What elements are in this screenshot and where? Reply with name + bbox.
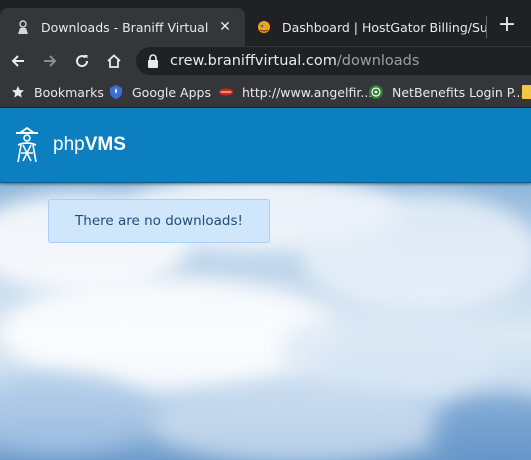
bookmark-label: Google Apps: [132, 84, 211, 100]
new-tab-icon[interactable]: +: [496, 12, 518, 38]
address-bar[interactable]: crew.braniffvirtual.com/downloads: [136, 47, 531, 75]
star-icon: [10, 84, 26, 100]
hostgator-favicon-icon: [256, 19, 272, 35]
alert-message: There are no downloads!: [75, 213, 243, 229]
back-arrow-icon[interactable]: [6, 49, 30, 73]
tab-strip: Downloads - Braniff Virtual ✕ Dashboard …: [0, 0, 531, 46]
tab-title: Dashboard | HostGator Billing/Su: [282, 19, 488, 35]
bookmark-label: NetBenefits Login P...: [392, 84, 525, 100]
bookmark-netbenefits[interactable]: NetBenefits Login P...: [368, 76, 524, 108]
brand-bold: VMS: [84, 134, 126, 155]
bookmark-google-apps[interactable]: Google Apps: [108, 76, 211, 108]
lock-icon[interactable]: [146, 54, 160, 68]
angelfire-icon: [218, 84, 234, 100]
tab-hostgator[interactable]: Dashboard | HostGator Billing/Su: [248, 8, 488, 46]
tab-separator: [486, 16, 487, 38]
bookmark-bookmarks[interactable]: Bookmarks: [10, 76, 104, 108]
google-apps-icon: [108, 84, 124, 100]
netbenefits-icon: [368, 84, 384, 100]
bookmarks-bar: Bookmarks Google Apps http://www.angelfi…: [0, 76, 531, 108]
bookmark-angelfire[interactable]: http://www.angelfir...: [218, 76, 372, 108]
brand-light: php: [53, 134, 85, 155]
phpvms-favicon-icon: [15, 19, 31, 35]
site-navbar: phpVMS: [0, 108, 531, 183]
url-path: /downloads: [336, 53, 420, 69]
tab-title: Downloads - Braniff Virtual: [41, 19, 209, 35]
close-tab-icon[interactable]: ✕: [217, 19, 233, 35]
bookmark-label: Bookmarks: [34, 84, 104, 100]
tab-downloads[interactable]: Downloads - Braniff Virtual ✕: [0, 8, 245, 46]
forward-arrow-icon[interactable]: [38, 49, 62, 73]
browser-toolbar: crew.braniffvirtual.com/downloads: [0, 46, 531, 76]
page-viewport: phpVMS There are no downloads!: [0, 108, 531, 460]
folder-icon[interactable]: [522, 85, 531, 99]
url-host: crew.braniffvirtual.com: [170, 53, 337, 69]
phpvms-logo-icon[interactable]: [12, 126, 42, 165]
bookmark-label: http://www.angelfir...: [242, 84, 373, 100]
no-downloads-alert: There are no downloads!: [48, 199, 270, 243]
reload-icon[interactable]: [70, 49, 94, 73]
brand-name[interactable]: phpVMS: [53, 134, 126, 156]
home-icon[interactable]: [102, 49, 126, 73]
